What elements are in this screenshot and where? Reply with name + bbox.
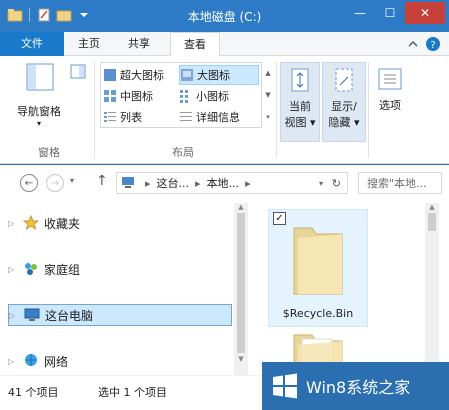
content-scroll-thumb[interactable] <box>428 213 436 231</box>
expand-arrow-icon[interactable]: ▷ <box>8 357 20 366</box>
file-name: $Recycle.Bin <box>282 307 354 320</box>
tab-home[interactable]: 主页 <box>66 32 112 56</box>
watermark-logo: Win8系统之家 <box>262 362 449 410</box>
current-view-button[interactable]: 当前 视图 ▾ <box>280 62 320 142</box>
maximize-button[interactable]: ☐ <box>375 2 405 24</box>
recent-locations-icon[interactable]: ▾ <box>70 176 74 185</box>
search-placeholder: 搜索"本地... <box>367 177 427 190</box>
breadcrumb-separator-icon: ▸ <box>145 176 151 190</box>
address-bar[interactable]: ▸ 这台... ▸ 本地... ▸ ▾ ↻ <box>116 172 348 194</box>
navigation-pane-label: 导航窗格 <box>17 105 61 118</box>
back-arrow-icon: ← <box>24 177 34 189</box>
file-item[interactable]: ✓ $Recycle.Bin <box>268 209 368 327</box>
preview-pane-icon[interactable] <box>70 64 86 83</box>
details-icon <box>179 110 193 124</box>
medium-icons-icon <box>103 89 117 103</box>
title-bar: 本地磁盘 (C:) — ☐ ✕ <box>0 0 449 32</box>
help-icon[interactable]: ? <box>425 36 441 52</box>
layout-small-icons[interactable]: 小图标 <box>179 86 259 106</box>
tab-share[interactable]: 共享 <box>116 32 162 56</box>
show-hide-button[interactable]: 显示/ 隐藏 ▾ <box>322 62 366 142</box>
layout-group-label: 布局 <box>172 146 194 159</box>
expand-arrow-icon[interactable]: ▷ <box>8 219 20 228</box>
layout-details[interactable]: 详细信息 <box>179 107 259 127</box>
ribbon-view-panel: 导航窗格 ▾ 窗格 超大图标 大图标 中图标 小图标 列表 详细信息 ▲ ▼ ▾… <box>0 56 449 164</box>
forward-arrow-icon: → <box>50 177 60 189</box>
current-view-icon <box>291 68 309 92</box>
expand-arrow-icon[interactable]: ▷ <box>9 311 21 320</box>
item-checkbox[interactable]: ✓ <box>273 212 286 225</box>
content-scrollbar[interactable]: ▲ <box>425 203 439 375</box>
nav-pane-scroll-thumb[interactable] <box>237 213 245 353</box>
search-box[interactable]: 搜索"本地... <box>358 172 442 194</box>
breadcrumb-separator-icon: ▸ <box>245 176 251 190</box>
refresh-icon[interactable]: ↻ <box>332 177 341 190</box>
breadcrumb-this-pc[interactable]: 这台... <box>157 175 190 191</box>
homegroup-icon <box>22 261 40 277</box>
network-icon <box>22 353 40 369</box>
windows-logo-icon <box>273 373 297 399</box>
nav-item-network[interactable]: ▷ 网络 <box>8 350 232 372</box>
back-button[interactable]: ← <box>20 174 38 192</box>
breadcrumb-separator-icon: ▸ <box>195 176 201 190</box>
layout-extra-large-icons[interactable]: 超大图标 <box>103 65 177 85</box>
layout-large-icons[interactable]: 大图标 <box>179 65 259 85</box>
forward-button[interactable]: → <box>46 174 64 192</box>
show-hide-icon <box>335 68 353 92</box>
nav-item-homegroup[interactable]: ▷ 家庭组 <box>8 258 232 280</box>
tab-view[interactable]: 查看 <box>170 32 220 57</box>
expand-arrow-icon[interactable]: ▷ <box>8 265 20 274</box>
scroll-up-icon[interactable]: ▲ <box>425 203 439 211</box>
navigation-pane: ▷ 收藏夹 ▷ 家庭组 ▷ 这台电脑 ▷ 网络 ▲ ▼ <box>0 199 250 375</box>
computer-icon <box>23 307 41 323</box>
layout-medium-icons[interactable]: 中图标 <box>103 86 177 106</box>
layout-list[interactable]: 列表 <box>103 107 177 127</box>
address-dropdown-icon[interactable]: ▾ <box>319 179 323 188</box>
extra-large-icons-icon <box>103 68 117 82</box>
nav-item-favorites[interactable]: ▷ 收藏夹 <box>8 212 232 234</box>
collapse-ribbon-icon[interactable] <box>405 36 421 52</box>
large-icons-icon <box>180 68 194 82</box>
address-row: ← → ▾ ↑ ▸ 这台... ▸ 本地... ▸ ▾ ↻ 搜索"本地... <box>0 165 449 199</box>
options-icon <box>378 68 402 90</box>
item-count: 41 个项目 <box>8 386 59 399</box>
layout-gallery-scroll[interactable]: ▲ ▼ ▾ <box>263 62 273 128</box>
navigation-pane-icon <box>26 63 54 91</box>
scroll-down-icon[interactable]: ▼ <box>234 355 248 363</box>
list-icon <box>103 110 117 124</box>
up-arrow-icon[interactable]: ↑ <box>96 173 108 189</box>
svg-text:?: ? <box>430 40 435 51</box>
star-icon <box>22 215 40 231</box>
tab-file[interactable]: 文件 <box>0 32 64 56</box>
scroll-up-icon[interactable]: ▲ <box>234 203 248 211</box>
nav-item-this-pc[interactable]: ▷ 这台电脑 <box>8 304 232 326</box>
watermark-text: Win8系统之家 <box>306 378 411 397</box>
close-button[interactable]: ✕ <box>405 2 445 24</box>
nav-pane-scrollbar[interactable]: ▲ ▼ <box>234 203 248 375</box>
minimize-button[interactable]: — <box>345 2 375 24</box>
file-list: ✓ $Recycle.Bin ▲ <box>250 199 449 375</box>
small-icons-icon <box>179 89 193 103</box>
layout-gallery: 超大图标 大图标 中图标 小图标 列表 详细信息 <box>100 62 262 128</box>
pane-group-label: 窗格 <box>38 146 60 159</box>
options-button[interactable]: 选项 <box>372 62 408 113</box>
ribbon-tabs: 文件 主页 共享 查看 ? <box>0 32 449 57</box>
selection-count: 选中 1 个项目 <box>98 386 167 399</box>
navigation-pane-button[interactable]: 导航窗格 ▾ <box>8 62 70 128</box>
computer-small-icon <box>121 176 135 191</box>
folder-icon <box>293 227 343 295</box>
breadcrumb-local-disk[interactable]: 本地... <box>207 175 240 191</box>
